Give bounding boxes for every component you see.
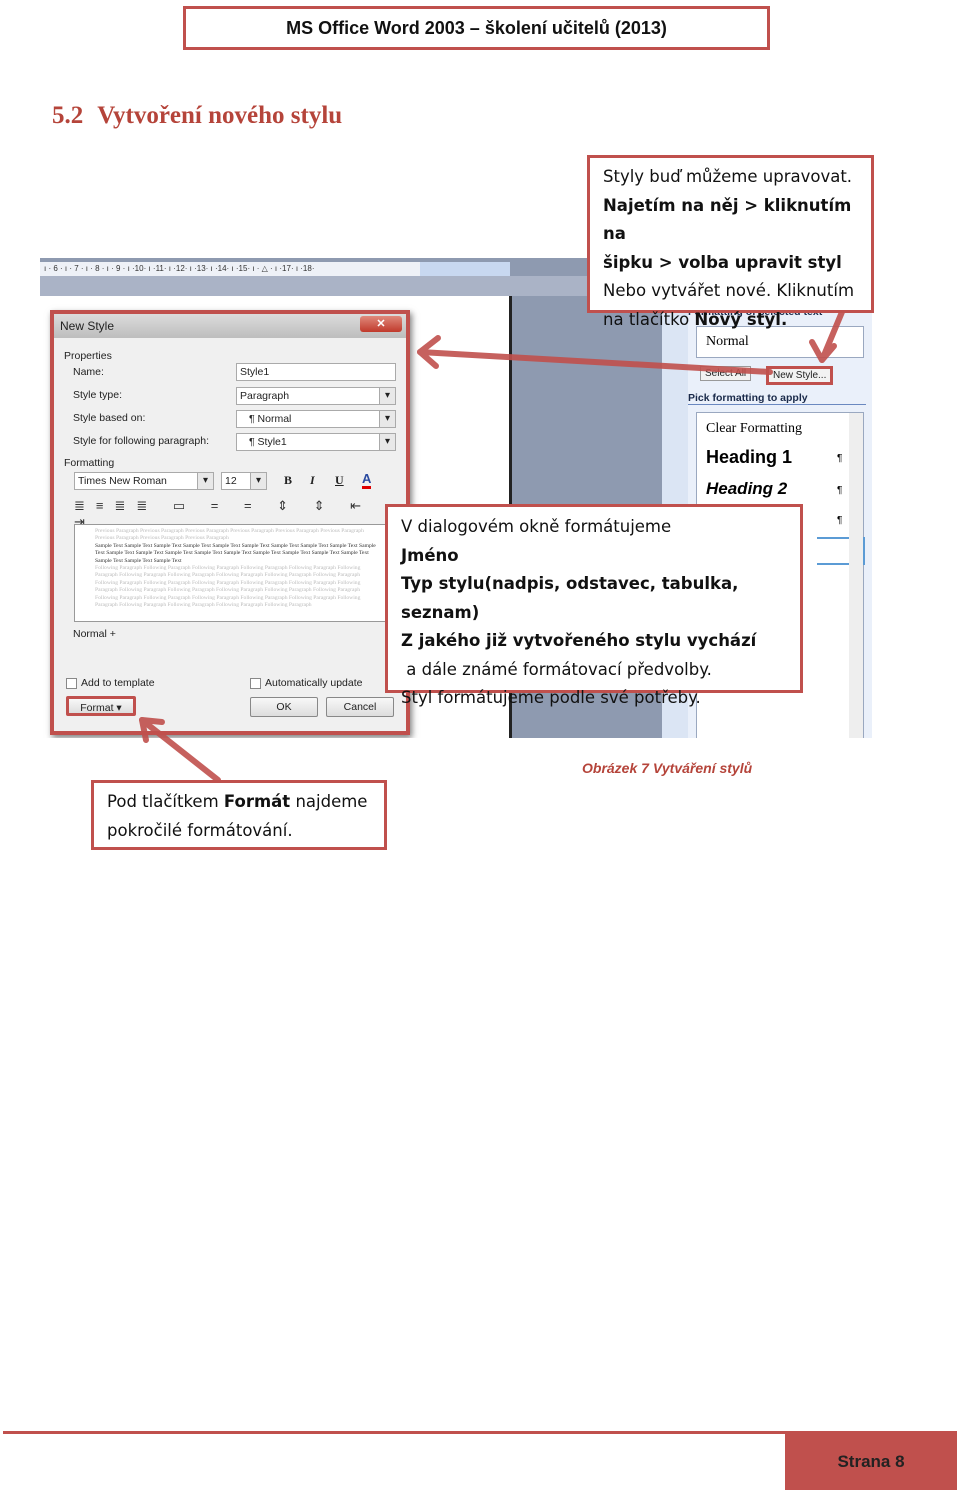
section-heading: 5.2 Vytvoření nového stylu <box>52 102 356 130</box>
close-icon[interactable]: ✕ <box>360 316 402 332</box>
font-select[interactable]: Times New Roman <box>74 472 214 490</box>
page-number: Strana 8 <box>785 1434 957 1490</box>
figure-caption: Obrázek 7 Vytváření stylů <box>582 760 753 776</box>
style-type-select[interactable]: Paragraph <box>236 387 396 405</box>
bold-button[interactable]: B <box>284 473 292 488</box>
callout-top: Styly buď můžeme upravovat. Najetím na n… <box>587 155 874 329</box>
section-title: Vytvoření nového stylu <box>97 102 343 129</box>
ruler: ı · 6 · ı · 7 · ı · 8 · ı · 9 · ı ·10· ı… <box>40 262 510 276</box>
style-preview: Previous Paragraph Previous Paragraph Pr… <box>74 524 404 622</box>
pick-formatting-label: Pick formatting to apply <box>688 392 866 405</box>
style-heading-1[interactable]: Heading 1 <box>706 447 792 468</box>
header-title: MS Office Word 2003 – školení učitelů (2… <box>286 17 667 38</box>
font-color-button[interactable]: A <box>362 471 372 489</box>
style-clear-formatting[interactable]: Clear Formatting <box>706 421 802 437</box>
add-to-template-checkbox[interactable] <box>66 678 77 689</box>
section-number: 5.2 <box>52 102 84 129</box>
italic-button[interactable]: I <box>310 473 315 488</box>
ok-button[interactable]: OK <box>250 697 318 717</box>
callout-middle: V dialogovém okně formátujeme Jméno Typ … <box>385 504 803 707</box>
name-input[interactable]: Style1 <box>236 363 396 381</box>
based-on-select[interactable]: ¶ Normal <box>236 410 396 428</box>
scrollbar[interactable] <box>849 413 863 738</box>
style-heading-2[interactable]: Heading 2 <box>706 479 787 499</box>
page-header: MS Office Word 2003 – školení učitelů (2… <box>183 6 770 50</box>
following-paragraph-select[interactable]: ¶ Style1 <box>236 433 396 451</box>
new-style-button[interactable]: New Style... <box>766 366 834 385</box>
underline-button[interactable]: U <box>335 473 344 488</box>
callout-bottom: Pod tlačítkem Formát najdeme pokročilé f… <box>91 780 387 850</box>
style-description: Normal + <box>73 628 116 640</box>
format-button[interactable]: Format ▾ <box>66 696 136 716</box>
new-style-dialog: New Style ✕ Properties Name: Style1 Styl… <box>50 310 410 735</box>
size-select[interactable]: 12 <box>221 472 267 490</box>
auto-update-checkbox[interactable] <box>250 678 261 689</box>
select-all-button[interactable]: Select All <box>700 366 752 381</box>
cancel-button[interactable]: Cancel <box>326 697 394 717</box>
dialog-titlebar: New Style ✕ <box>54 314 406 338</box>
